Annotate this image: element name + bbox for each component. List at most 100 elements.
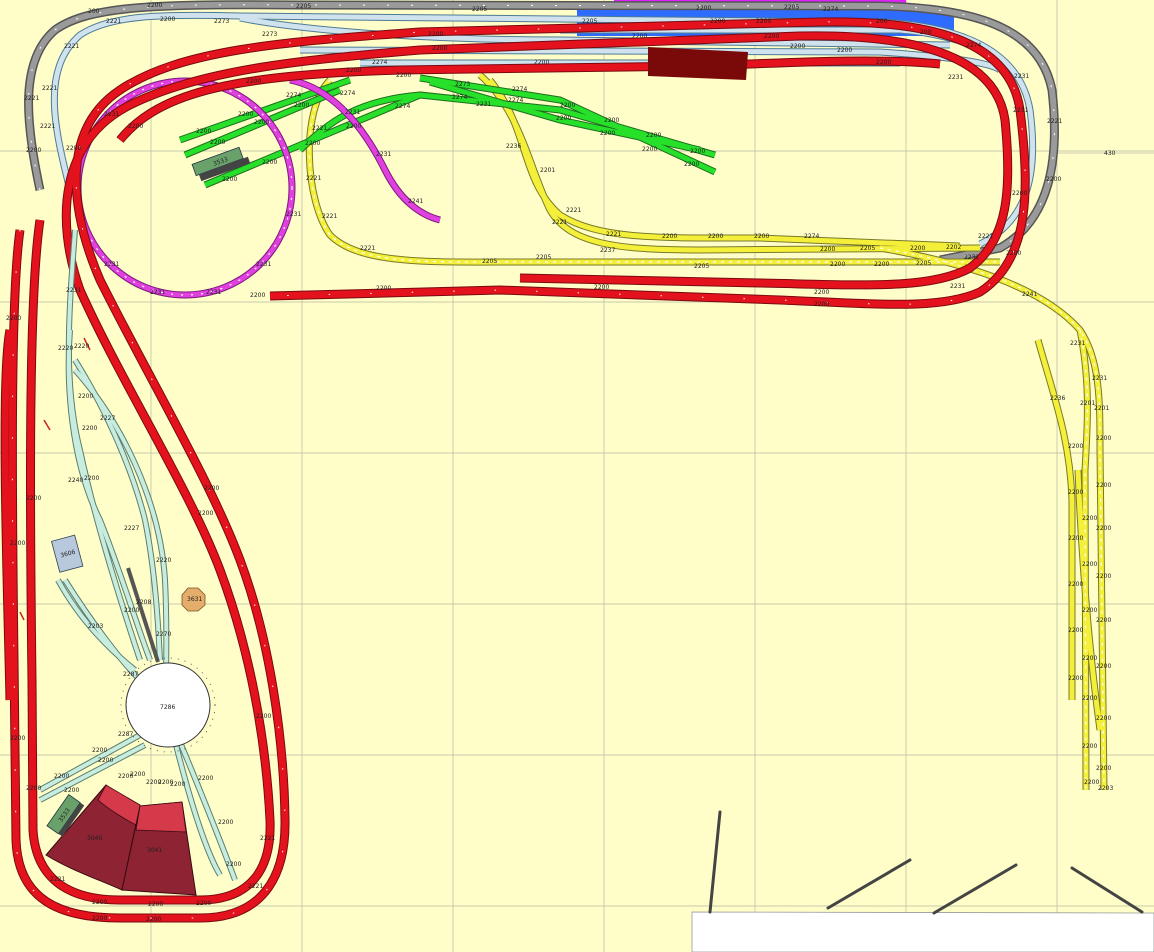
part-label: 2200	[1068, 489, 1083, 496]
part-label: 2231	[104, 111, 119, 118]
green-tracks	[178, 74, 717, 189]
room-edge-area	[691, 911, 1154, 952]
part-label: 2221	[42, 85, 57, 92]
part-label: 2200	[198, 775, 213, 782]
part-label: 2205	[694, 263, 709, 270]
part-label: 2200	[874, 261, 889, 268]
part-label: 2231	[104, 261, 119, 268]
part-label: 2200	[1068, 627, 1083, 634]
part-label: 2270	[156, 631, 171, 638]
part-label: 2221	[106, 18, 121, 25]
part-label: 2200	[92, 899, 107, 906]
part-label: 2200	[26, 785, 41, 792]
part-label: 2274	[395, 103, 410, 110]
part-label: 2220	[74, 343, 89, 350]
part-label: 2231	[206, 289, 221, 296]
part-label: 2200	[604, 117, 619, 124]
part-label: 2231	[1092, 375, 1107, 382]
part-label: 2231	[1070, 340, 1085, 347]
part-label: 2240	[68, 477, 83, 484]
support-struts	[708, 810, 1144, 915]
part-label: 2221	[322, 213, 337, 220]
part-label: 200	[876, 18, 888, 25]
part-label: 2200	[662, 233, 677, 240]
part-label: 2200	[684, 161, 699, 168]
part-label: 2200	[26, 147, 41, 154]
part-label: 2200	[1096, 525, 1111, 532]
part-label: 2201	[1094, 405, 1109, 412]
part-label: 2200	[690, 148, 705, 155]
part-label: 2200	[10, 735, 25, 742]
sand-tower-label: 3631	[187, 596, 202, 603]
part-label: 2200	[1068, 581, 1083, 588]
part-label: 2200	[124, 607, 139, 614]
part-label: 2200	[198, 510, 213, 517]
water-tower: 3606	[51, 534, 84, 573]
part-label: 2200	[130, 771, 145, 778]
part-label: 2200	[346, 67, 361, 74]
part-label: 2200	[146, 916, 161, 923]
factory-building	[648, 47, 748, 80]
part-label: 2200	[78, 393, 93, 400]
part-label: 2205	[472, 6, 487, 13]
part-label: 2200	[376, 285, 391, 292]
part-label: 2200	[790, 43, 805, 50]
part-label: 2200	[54, 773, 69, 780]
part-label: 2200	[256, 713, 271, 720]
part-label: 2241	[408, 198, 423, 205]
part-label: 2221	[1047, 118, 1062, 125]
part-label: 2200	[642, 146, 657, 153]
part-label: 2273	[262, 31, 277, 38]
part-label: 2221	[552, 219, 567, 226]
part-label: 2200	[262, 159, 277, 166]
part-label: 2203	[1098, 785, 1113, 792]
part-label: 2221	[312, 125, 327, 132]
part-label: 2221	[40, 123, 55, 130]
part-label: 2200	[6, 315, 21, 322]
part-label: 2273	[214, 18, 229, 25]
part-label: 2274	[508, 97, 523, 104]
part-label: 2200	[1096, 617, 1111, 624]
part-label: 2231	[476, 101, 491, 108]
part-label: 2200	[910, 245, 925, 252]
part-label: 2200	[10, 540, 25, 547]
part-label: 2220	[58, 345, 73, 352]
part-label: 2200	[1082, 695, 1097, 702]
part-label: 2221	[64, 43, 79, 50]
part-label: 2200	[534, 59, 549, 66]
part-label: 2200	[1096, 663, 1111, 670]
part-label: 2200	[1096, 573, 1111, 580]
part-label: 2200	[246, 78, 261, 85]
part-label: 2200	[1096, 482, 1111, 489]
part-label: 2201	[540, 167, 555, 174]
part-label: 2274	[823, 6, 838, 13]
part-label: 2220	[156, 557, 171, 564]
roundhouse-left-label: 3040	[87, 835, 102, 842]
part-label: 2200	[294, 102, 309, 109]
part-label: 2200	[428, 31, 443, 38]
part-label: 2200	[254, 119, 269, 126]
part-label: 2221	[50, 876, 65, 883]
part-label: 2205	[582, 18, 597, 25]
part-label: 2200	[98, 757, 113, 764]
part-label: 2241	[1022, 291, 1037, 298]
part-label: 2274	[452, 94, 467, 101]
part-label: 2200	[226, 861, 241, 868]
part-label: 2200	[814, 289, 829, 296]
part-label: 2200	[64, 787, 79, 794]
part-label: 2200	[346, 123, 361, 130]
part-label: 2221	[606, 231, 621, 238]
part-label: 2274	[340, 90, 355, 97]
part-label: 2200	[250, 292, 265, 299]
part-label: 2200	[204, 485, 219, 492]
part-label: 2274	[372, 59, 387, 66]
part-label: 2200	[92, 915, 107, 922]
part-label: 2200	[756, 18, 771, 25]
part-label: 2200	[594, 284, 609, 291]
part-label: 2205	[916, 260, 931, 267]
part-label: 2200	[196, 900, 211, 907]
part-label: 2200	[710, 18, 725, 25]
part-label: 2231	[256, 261, 271, 268]
part-label: 2200	[764, 33, 779, 40]
part-label: 2200	[876, 59, 891, 66]
